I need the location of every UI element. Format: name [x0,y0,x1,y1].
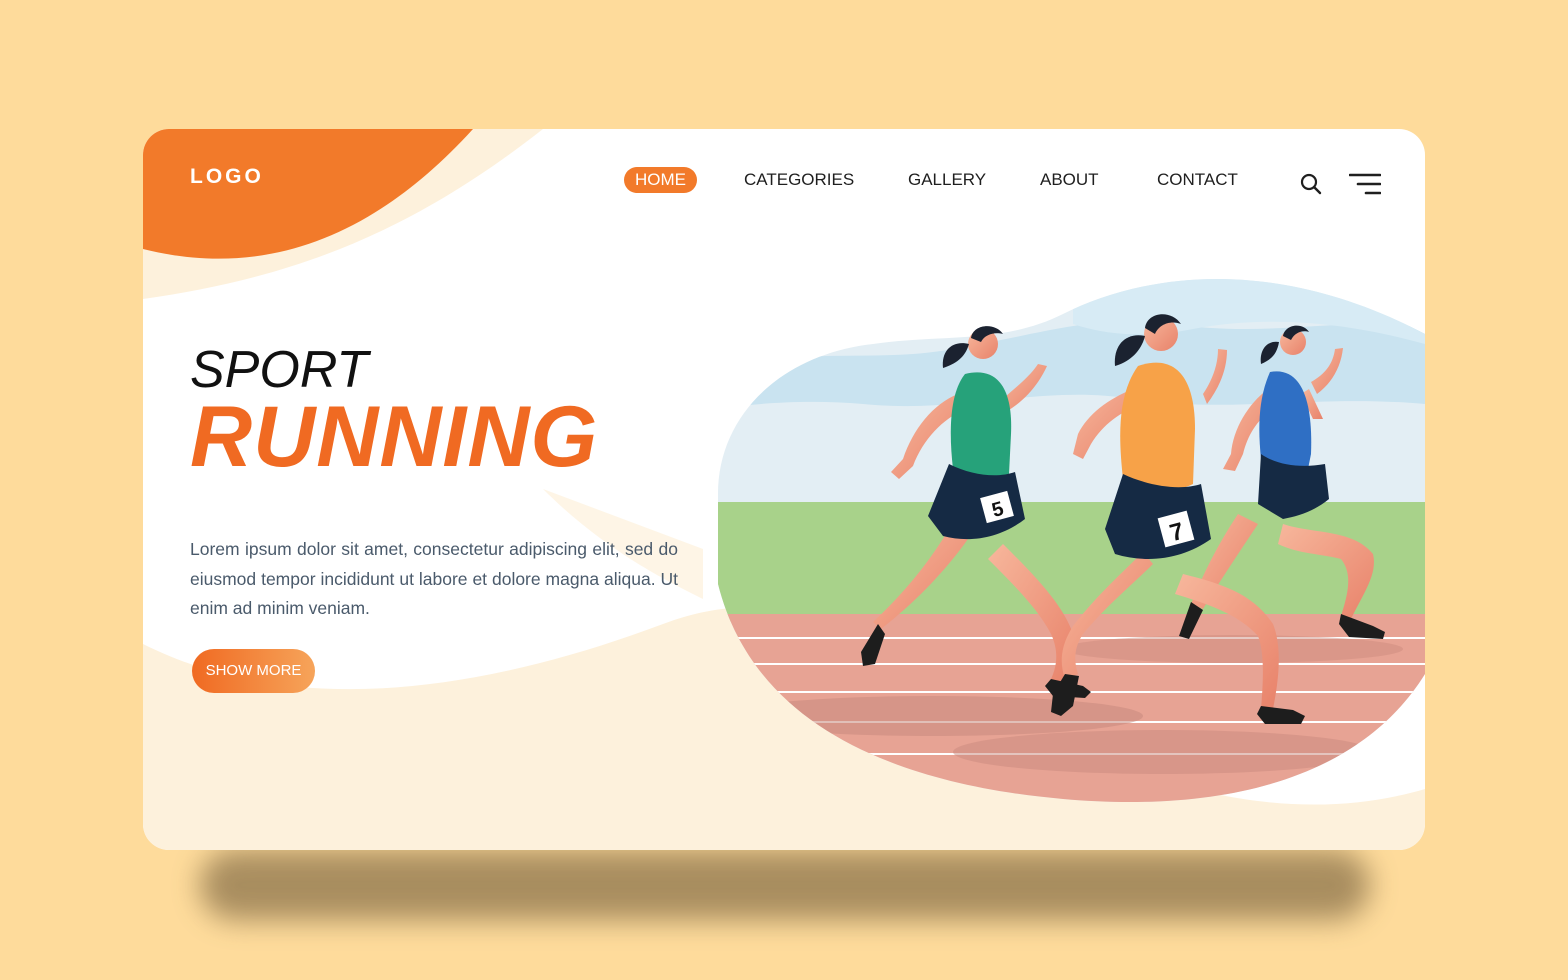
hero-description: Lorem ipsum dolor sit amet, consectetur … [190,539,678,618]
nav-categories[interactable]: CATEGORIES [744,167,854,193]
search-icon[interactable] [1299,172,1323,196]
nav-contact[interactable]: CONTACT [1157,167,1238,193]
nav-home[interactable]: HOME [624,167,697,193]
landing-card: LOGO HOME CATEGORIES GALLERY ABOUT CONTA… [143,129,1425,850]
menu-icon[interactable] [1349,173,1381,195]
card-shadow [200,850,1370,920]
logo[interactable]: LOGO [190,165,264,189]
hero-title-running: RUNNING [190,389,599,485]
nav-gallery[interactable]: GALLERY [908,167,986,193]
runners-illustration: 5 7 [718,279,1425,803]
show-more-button[interactable]: SHOW MORE [192,649,315,693]
nav-about[interactable]: ABOUT [1040,167,1099,193]
